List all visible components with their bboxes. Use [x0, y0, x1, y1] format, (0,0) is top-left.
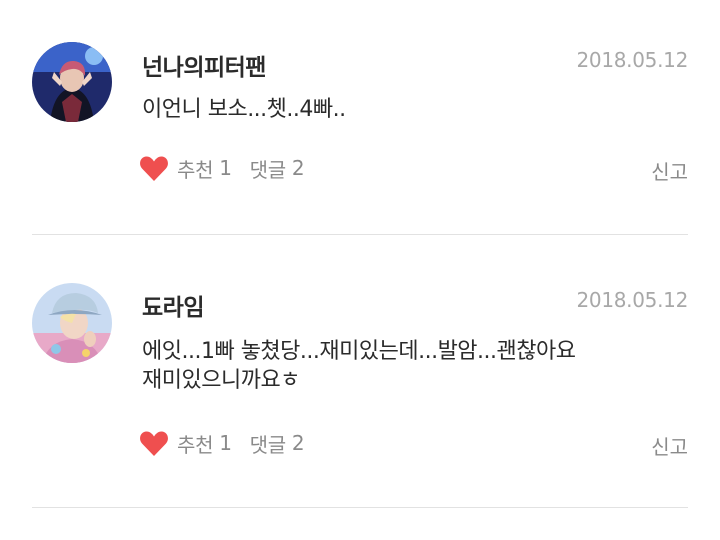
username[interactable]: 됴라임 — [142, 288, 204, 322]
comment-date: 2018.05.12 — [576, 48, 688, 72]
username[interactable]: 넌나의피터팬 — [142, 48, 266, 82]
avatar-image — [32, 283, 112, 363]
reply-count: 2 — [291, 431, 305, 455]
reply-button[interactable]: 댓글 2 — [232, 429, 305, 458]
comment-item: 됴라임 2018.05.12 에잇...1빠 놓쳤당...재미있는데...발암.… — [0, 235, 720, 507]
report-button[interactable]: 신고 — [651, 156, 688, 185]
recommend-button[interactable]: 추천 1 — [139, 429, 232, 458]
comment-text-line: 재미있으니까요ㅎ — [142, 368, 300, 393]
avatar-image — [32, 42, 112, 122]
comment-text: 이언니 보소...쳇..4빠.. — [142, 95, 702, 124]
reply-label: 댓글 — [249, 157, 287, 182]
recommend-count: 1 — [219, 431, 232, 455]
recommend-label: 추천 — [177, 432, 214, 457]
comment-item: 넌나의피터팬 2018.05.12 이언니 보소...쳇..4빠.. 추천 1 … — [0, 0, 720, 235]
report-button[interactable]: 신고 — [651, 431, 688, 460]
avatar[interactable] — [32, 42, 112, 122]
comment-date: 2018.05.12 — [576, 288, 688, 312]
reply-label: 댓글 — [249, 432, 287, 457]
reply-count: 2 — [291, 156, 305, 180]
comment-actions: 추천 1 댓글 2 — [139, 153, 305, 183]
avatar[interactable] — [32, 283, 112, 363]
comment-text-line: 에잇...1빠 놓쳤당...재미있는데...발암...괜찮아요 — [142, 339, 576, 364]
heart-icon — [140, 431, 168, 456]
comment-text: 에잇...1빠 놓쳤당...재미있는데...발암...괜찮아요 재미있으니까요ㅎ — [142, 337, 702, 395]
reply-button[interactable]: 댓글 2 — [232, 154, 305, 183]
heart-icon — [140, 156, 168, 181]
recommend-label: 추천 — [177, 157, 214, 182]
comment-actions: 추천 1 댓글 2 — [139, 428, 305, 458]
comment-text-line: 이언니 보소...쳇..4빠.. — [142, 97, 346, 122]
recommend-count: 1 — [219, 156, 232, 180]
divider — [32, 507, 688, 508]
recommend-button[interactable]: 추천 1 — [139, 154, 232, 183]
